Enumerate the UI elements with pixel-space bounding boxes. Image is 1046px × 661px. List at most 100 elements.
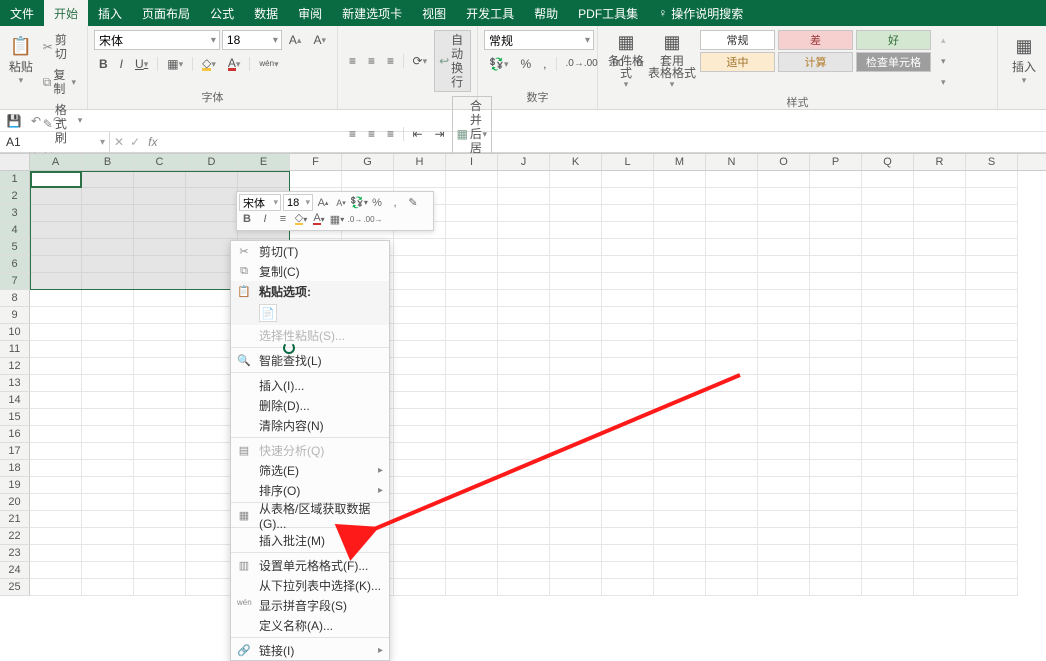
- tab-view[interactable]: 视图: [412, 0, 456, 26]
- cell[interactable]: [134, 409, 186, 426]
- cell[interactable]: [134, 579, 186, 596]
- style-gallery-open[interactable]: ▾: [936, 72, 951, 92]
- cell[interactable]: [602, 171, 654, 188]
- cell[interactable]: [82, 341, 134, 358]
- cell[interactable]: [654, 562, 706, 579]
- cell[interactable]: [706, 358, 758, 375]
- cell[interactable]: [706, 460, 758, 477]
- mini-accounting[interactable]: 💱▾: [351, 195, 367, 211]
- cell[interactable]: [862, 171, 914, 188]
- cell[interactable]: [550, 188, 602, 205]
- cell[interactable]: [914, 562, 966, 579]
- cell[interactable]: [654, 307, 706, 324]
- row-header-25[interactable]: 25: [0, 579, 30, 596]
- cell[interactable]: [810, 358, 862, 375]
- row-header-6[interactable]: 6: [0, 256, 30, 273]
- cell-style-check[interactable]: 检查单元格: [856, 52, 931, 72]
- cell[interactable]: [758, 579, 810, 596]
- cell[interactable]: [706, 341, 758, 358]
- cell[interactable]: [966, 222, 1018, 239]
- align-bottom-button[interactable]: ≡: [382, 51, 399, 71]
- cell[interactable]: [602, 273, 654, 290]
- fill-color-button[interactable]: ◇ ▾: [197, 54, 221, 74]
- tab-pdf-tools[interactable]: PDF工具集: [568, 0, 648, 26]
- cell[interactable]: [966, 477, 1018, 494]
- cell[interactable]: [82, 545, 134, 562]
- cell[interactable]: [914, 477, 966, 494]
- cell[interactable]: [706, 222, 758, 239]
- cell[interactable]: [134, 375, 186, 392]
- cell[interactable]: [810, 222, 862, 239]
- mini-dec-decimal[interactable]: .00→: [365, 211, 381, 227]
- row-header-7[interactable]: 7: [0, 273, 30, 290]
- cell[interactable]: [810, 171, 862, 188]
- cell[interactable]: [498, 307, 550, 324]
- cell[interactable]: [862, 460, 914, 477]
- cell[interactable]: [966, 324, 1018, 341]
- cell[interactable]: [758, 562, 810, 579]
- cell[interactable]: [134, 562, 186, 579]
- ctx-delete[interactable]: 删除(D)...: [231, 395, 389, 415]
- ctx-filter[interactable]: 筛选(E): [231, 460, 389, 480]
- row-header-20[interactable]: 20: [0, 494, 30, 511]
- name-box[interactable]: A1: [0, 132, 110, 152]
- cell[interactable]: [550, 477, 602, 494]
- ctx-get-data[interactable]: ▦从表格/区域获取数据(G)...: [231, 505, 389, 525]
- cell[interactable]: [654, 256, 706, 273]
- cell[interactable]: [446, 511, 498, 528]
- cell[interactable]: [758, 545, 810, 562]
- cell[interactable]: [654, 341, 706, 358]
- row-header-18[interactable]: 18: [0, 460, 30, 477]
- wrap-text-button[interactable]: ↩自动换行: [434, 30, 471, 92]
- cell[interactable]: [82, 579, 134, 596]
- row-header-21[interactable]: 21: [0, 511, 30, 528]
- cell[interactable]: [498, 426, 550, 443]
- cell[interactable]: [758, 375, 810, 392]
- col-header-C[interactable]: C: [134, 154, 186, 170]
- cell[interactable]: [706, 562, 758, 579]
- align-middle-button[interactable]: ≡: [363, 51, 380, 71]
- cell[interactable]: [30, 341, 82, 358]
- row-header-24[interactable]: 24: [0, 562, 30, 579]
- cell[interactable]: [394, 494, 446, 511]
- cell[interactable]: [394, 256, 446, 273]
- row-header-16[interactable]: 16: [0, 426, 30, 443]
- cell[interactable]: [394, 426, 446, 443]
- cell[interactable]: [446, 545, 498, 562]
- cell[interactable]: [498, 358, 550, 375]
- cell[interactable]: [966, 239, 1018, 256]
- ctx-insert-comment[interactable]: 插入批注(M): [231, 530, 389, 550]
- increase-indent-button[interactable]: ⇥: [430, 124, 450, 144]
- align-left-button[interactable]: ≡: [344, 124, 361, 144]
- cell[interactable]: [30, 324, 82, 341]
- cell[interactable]: [810, 426, 862, 443]
- cell[interactable]: [82, 392, 134, 409]
- cell[interactable]: [30, 562, 82, 579]
- cell[interactable]: [30, 409, 82, 426]
- cell[interactable]: [498, 341, 550, 358]
- decrease-indent-button[interactable]: ⇤: [407, 124, 427, 144]
- cancel-formula-button[interactable]: ✕: [114, 135, 124, 149]
- tab-developer[interactable]: 开发工具: [456, 0, 524, 26]
- cell[interactable]: [498, 460, 550, 477]
- row-header-4[interactable]: 4: [0, 222, 30, 239]
- cell-style-calc[interactable]: 计算: [778, 52, 853, 72]
- cell[interactable]: [446, 528, 498, 545]
- cell[interactable]: [446, 358, 498, 375]
- shrink-font-button[interactable]: A▾: [308, 30, 331, 50]
- ctx-paste-default[interactable]: 📄: [259, 304, 277, 322]
- ctx-copy[interactable]: ⧉复制(C): [231, 261, 389, 281]
- cell[interactable]: [810, 290, 862, 307]
- cell[interactable]: [758, 494, 810, 511]
- cell[interactable]: [446, 273, 498, 290]
- cell[interactable]: [602, 188, 654, 205]
- cell[interactable]: [550, 392, 602, 409]
- cell[interactable]: [82, 358, 134, 375]
- cell[interactable]: [914, 324, 966, 341]
- cell[interactable]: [654, 171, 706, 188]
- cell[interactable]: [30, 545, 82, 562]
- cell[interactable]: [758, 358, 810, 375]
- cell[interactable]: [706, 443, 758, 460]
- cell[interactable]: [862, 477, 914, 494]
- cell[interactable]: [810, 460, 862, 477]
